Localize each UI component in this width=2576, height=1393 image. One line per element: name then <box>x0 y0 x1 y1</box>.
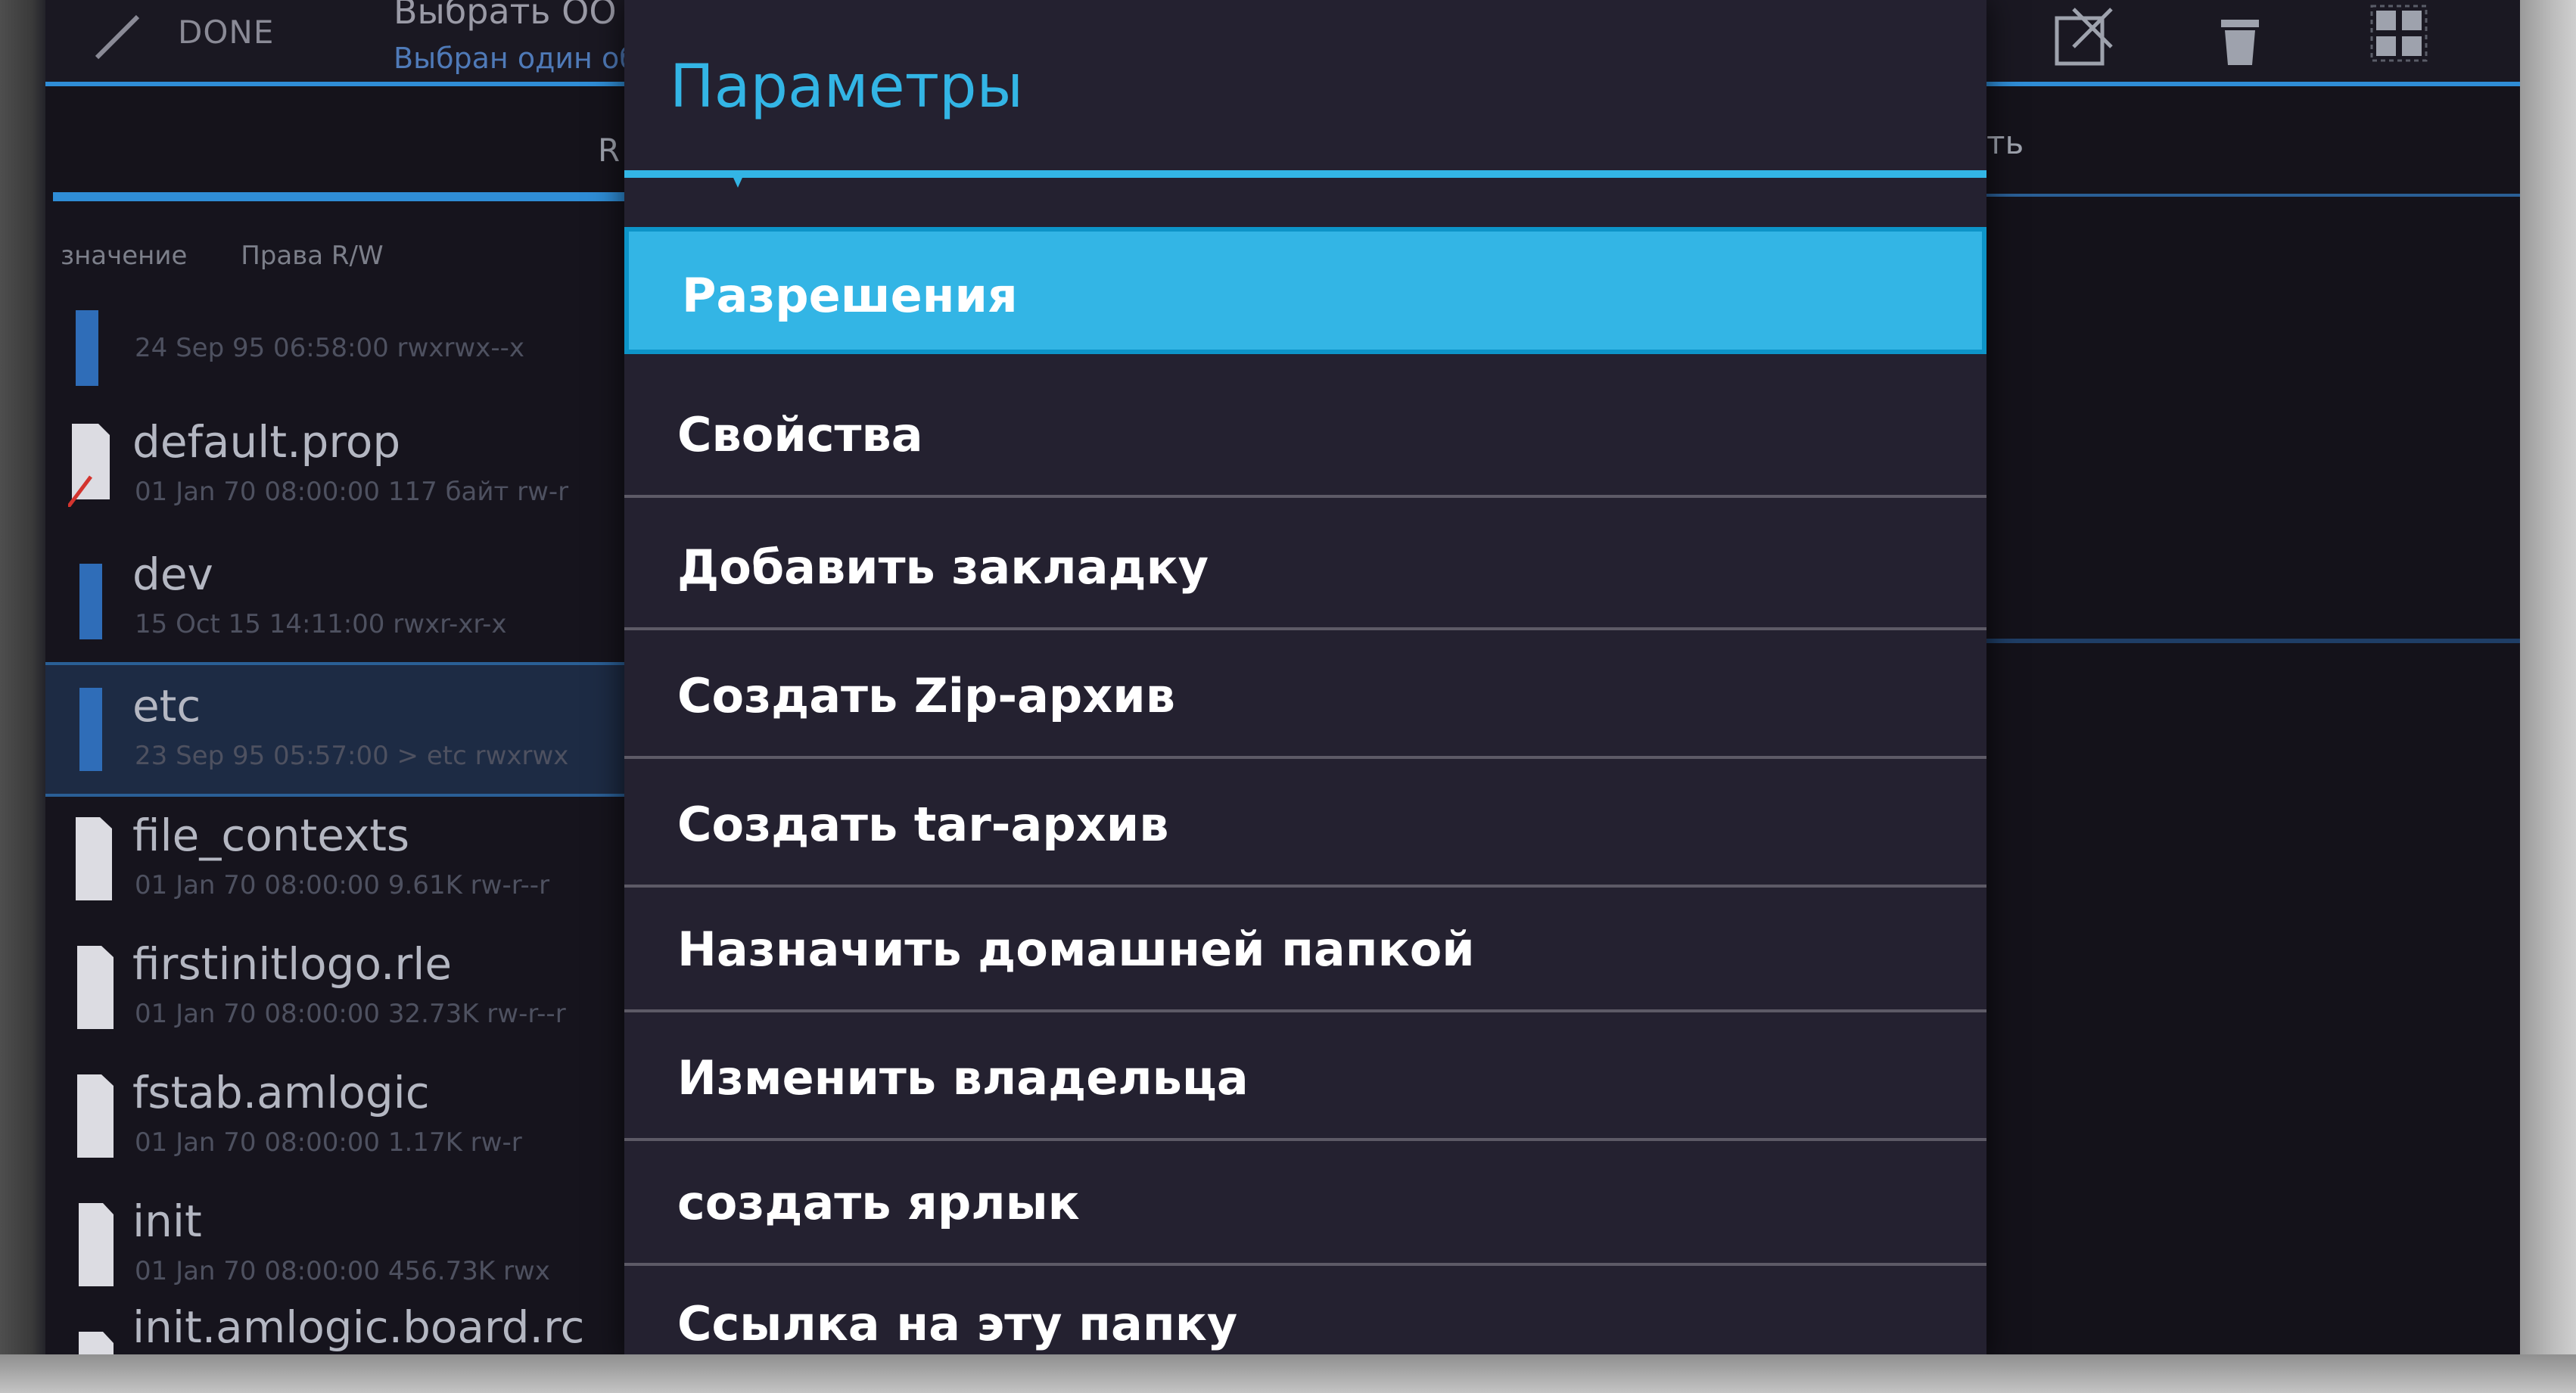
menu-item-label: Разрешения <box>682 268 1018 323</box>
menu-item-create-zip[interactable]: Создать Zip-архив <box>624 632 1986 759</box>
column-permissions[interactable]: Права R/W <box>241 241 383 271</box>
menu-item-create-shortcut[interactable]: создать ярлык <box>624 1139 1986 1266</box>
dialog-title: Параметры <box>670 53 1024 121</box>
menu-item-permissions[interactable]: Разрешения <box>624 227 1986 354</box>
column-header: значение Права R/W <box>61 241 429 271</box>
file-row-selected[interactable]: etc 23 Sep 95 05:57:00 > etc rwxrwx <box>45 662 681 797</box>
options-dialog: Параметры Разрешения Свойства Добавить з… <box>624 0 1986 1362</box>
file-list: 24 Sep 95 06:58:00 rwxrwx--x default.pro… <box>45 288 681 1393</box>
monitor-bezel-right <box>2520 0 2576 1393</box>
file-icon <box>68 1203 114 1286</box>
done-check-icon[interactable] <box>91 11 144 64</box>
file-row[interactable]: 24 Sep 95 06:58:00 rwxrwx--x <box>45 288 681 416</box>
tab-indicator <box>53 192 643 201</box>
right-pane <box>1968 200 2520 1357</box>
menu-item-label: создать ярлык <box>677 1175 1080 1230</box>
done-button[interactable]: DONE <box>178 14 274 51</box>
menu-item-label: Назначить домашней папкой <box>677 922 1475 977</box>
menu-item-label: Создать tar-архив <box>677 797 1169 852</box>
monitor-bezel-left <box>0 0 45 1393</box>
file-meta: 24 Sep 95 06:58:00 rwxrwx--x <box>135 333 525 363</box>
file-icon <box>68 946 114 1029</box>
folder-icon <box>68 310 114 393</box>
file-row[interactable]: default.prop 01 Jan 70 08:00:00 117 байт… <box>45 401 681 530</box>
menu-item-set-home[interactable]: Назначить домашней папкой <box>624 885 1986 1012</box>
file-row[interactable]: dev 15 Oct 15 14:11:00 rwxr-xr-x <box>45 533 681 662</box>
menu-item-label: Ссылка на эту папку <box>677 1296 1238 1351</box>
menu-item-add-bookmark[interactable]: Добавить закладку <box>624 503 1986 630</box>
file-name: file_contexts <box>132 810 410 861</box>
menu-item-label: Создать Zip-архив <box>677 668 1175 723</box>
file-name: init.amlogic.board.rc <box>132 1301 585 1353</box>
menu-item-label: Добавить закладку <box>677 539 1209 595</box>
monitor-bezel-bottom <box>0 1354 2576 1393</box>
file-meta: 01 Jan 70 08:00:00 9.61K rw-r--r <box>135 870 550 900</box>
grid-view-icon[interactable] <box>2361 3 2437 76</box>
tab-left[interactable]: R <box>598 132 620 169</box>
file-name: etc <box>132 680 201 732</box>
trash-icon[interactable] <box>2202 3 2278 76</box>
right-pane-divider <box>1968 639 2520 643</box>
cut-icon[interactable] <box>2043 3 2119 76</box>
file-icon <box>68 817 114 900</box>
file-meta: 01 Jan 70 08:00:00 32.73K rw-r--r <box>135 999 566 1029</box>
folder-icon <box>68 556 114 639</box>
tab-divider <box>1937 194 2520 197</box>
device-screen: DONE Выбрать ОО Б Выбран один объ R ть з… <box>0 0 2576 1393</box>
file-name: default.prop <box>132 416 401 468</box>
file-name: dev <box>132 549 213 600</box>
selection-subtitle: Выбран один объ <box>394 42 658 75</box>
menu-item-label: Изменить владельца <box>677 1050 1249 1105</box>
menu-item-properties[interactable]: Свойства <box>624 371 1986 498</box>
file-row[interactable]: init 01 Jan 70 08:00:00 456.73K rwx <box>45 1180 681 1309</box>
menu-item-change-owner[interactable]: Изменить владельца <box>624 1014 1986 1141</box>
file-meta: 01 Jan 70 08:00:00 1.17K rw-r <box>135 1127 522 1158</box>
file-icon <box>67 424 114 508</box>
file-meta: 15 Oct 15 14:11:00 rwxr-xr-x <box>135 609 507 639</box>
menu-item-create-tar[interactable]: Создать tar-архив <box>624 760 1986 888</box>
file-name: firstinitlogo.rle <box>132 938 453 990</box>
file-name: init <box>132 1196 202 1247</box>
file-row[interactable]: firstinitlogo.rle 01 Jan 70 08:00:00 32.… <box>45 923 681 1052</box>
column-value[interactable]: значение <box>61 241 187 271</box>
file-meta: 23 Sep 95 05:57:00 > etc rwxrwx <box>135 741 569 771</box>
file-meta: 01 Jan 70 08:00:00 456.73K rwx <box>135 1256 550 1286</box>
tab-right[interactable]: ть <box>1986 124 2024 161</box>
file-icon <box>68 1074 114 1158</box>
file-meta: 01 Jan 70 08:00:00 117 байт rw-r <box>135 477 569 507</box>
dialog-title-divider <box>624 170 1986 178</box>
file-name: fstab.amlogic <box>132 1067 430 1118</box>
caret-down-icon <box>730 171 745 188</box>
menu-item-label: Свойства <box>677 407 923 462</box>
file-row[interactable]: fstab.amlogic 01 Jan 70 08:00:00 1.17K r… <box>45 1052 681 1180</box>
file-row[interactable]: file_contexts 01 Jan 70 08:00:00 9.61K r… <box>45 794 681 923</box>
folder-icon <box>68 688 114 771</box>
selection-title: Выбрать ОО Б <box>394 0 652 32</box>
